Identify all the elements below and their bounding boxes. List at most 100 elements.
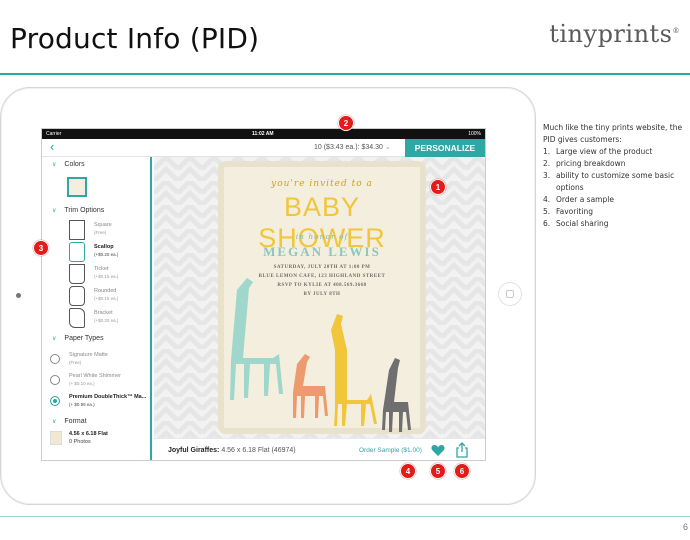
personalize-button[interactable]: PERSONALIZE bbox=[405, 139, 485, 157]
brand-logo: tinyprints® bbox=[549, 20, 680, 48]
trim-price: (+$0.20 ea.) bbox=[94, 318, 119, 323]
radio-button[interactable] bbox=[50, 354, 60, 364]
section-colors[interactable]: ∨ Colors bbox=[52, 161, 85, 168]
callout-5: 5 bbox=[430, 463, 446, 479]
radio-button[interactable] bbox=[50, 375, 60, 385]
callout-1: 1 bbox=[430, 179, 446, 195]
list-text: Large view of the product bbox=[556, 147, 653, 156]
list-item: 5. Favoriting bbox=[543, 206, 690, 218]
radio-button-selected[interactable] bbox=[50, 396, 60, 406]
ipad-camera bbox=[16, 293, 21, 298]
feature-list: 1. Large view of the product 2. pricing br… bbox=[543, 146, 690, 230]
product-title: Joyful Giraffes: 4.56 x 6.18 Flat (46974… bbox=[168, 447, 296, 454]
list-item: 1. Large view of the product bbox=[543, 146, 690, 158]
format-thumbnail bbox=[50, 431, 62, 445]
section-label: Colors bbox=[64, 161, 85, 168]
card-honoree-name: MEGAN LEWIS bbox=[263, 244, 381, 259]
heart-icon[interactable] bbox=[431, 444, 445, 457]
product-canvas: you're invited to a BABY SHOWER in honor… bbox=[154, 157, 485, 438]
paper-option-signature-matte[interactable]: Signature Matte (Free) bbox=[50, 351, 150, 369]
list-text: Favoriting bbox=[556, 207, 593, 216]
list-text: pricing breakdown bbox=[556, 159, 626, 168]
card-detail-line: BY JULY 8TH bbox=[303, 292, 341, 297]
back-chevron-icon[interactable]: ‹ bbox=[50, 140, 62, 154]
trim-name: Ticket bbox=[94, 266, 109, 272]
format-size: 4.56 x 6.18 Flat bbox=[69, 431, 108, 437]
paper-price: (Free) bbox=[69, 360, 82, 365]
product-bottom-bar: Joyful Giraffes: 4.56 x 6.18 Flat (46974… bbox=[154, 438, 485, 460]
color-swatch[interactable] bbox=[67, 177, 87, 197]
format-option[interactable]: 4.56 x 6.18 Flat 0 Photos bbox=[50, 430, 150, 450]
app-screen: Carrier 11:02 AM 100% ‹ 10 ($3.43 ea.): … bbox=[41, 128, 486, 461]
share-icon[interactable] bbox=[456, 442, 468, 458]
card-detail-line: RSVP TO KYLIE AT 408.569.3668 bbox=[277, 283, 367, 288]
chevron-down-icon: ∨ bbox=[52, 208, 57, 214]
price-selector[interactable]: 10 ($3.43 ea.): $34.30 ⌄ bbox=[314, 143, 391, 151]
trim-option-scallop[interactable]: Scallop (+$0.20 ea.) bbox=[69, 242, 149, 264]
list-number: 6. bbox=[543, 219, 551, 228]
callout-3: 3 bbox=[33, 240, 49, 256]
rounded-trim-icon bbox=[69, 286, 85, 306]
trim-name: Square bbox=[94, 222, 112, 228]
section-label: Format bbox=[64, 418, 87, 425]
nav-bar: ‹ 10 ($3.43 ea.): $34.30 ⌄ PERSONALIZE bbox=[42, 139, 485, 157]
brand-name: tinyprints bbox=[549, 20, 673, 48]
callout-2: 2 bbox=[338, 115, 354, 131]
card-invited-text: you're invited to a bbox=[271, 179, 373, 189]
ipad-home-button[interactable] bbox=[498, 282, 522, 306]
list-number: 2. bbox=[543, 159, 551, 168]
section-format[interactable]: ∨ Format bbox=[52, 418, 87, 425]
price-text: 10 ($3.43 ea.): $34.30 bbox=[314, 144, 383, 151]
section-label: Paper Types bbox=[64, 335, 104, 342]
battery-label: 100% bbox=[468, 131, 481, 137]
card-detail-line: SATURDAY, JULY 20TH AT 1:00 PM bbox=[273, 265, 371, 270]
section-label: Trim Options bbox=[64, 207, 105, 214]
page-number: 6 bbox=[682, 522, 688, 532]
trim-option-square[interactable]: Square (Free) bbox=[69, 220, 149, 242]
status-time: 11:02 AM bbox=[252, 131, 274, 137]
trim-price: (+$0.15 ea.) bbox=[94, 296, 119, 301]
list-item: 2. pricing breakdown bbox=[543, 158, 690, 170]
options-sidebar: ∨ Colors ∨ Trim Options Square (Free) Scall… bbox=[42, 157, 152, 460]
paper-name: Signature Matte bbox=[69, 352, 108, 358]
scallop-trim-icon bbox=[69, 242, 85, 262]
list-number: 4. bbox=[543, 195, 551, 204]
section-paper-types[interactable]: ∨ Paper Types bbox=[52, 335, 104, 342]
paper-price: (+ $0.99 ea.) bbox=[69, 402, 95, 407]
description-intro: Much like the tiny prints website, the P… bbox=[543, 123, 683, 144]
status-bar: Carrier 11:02 AM 100% bbox=[42, 129, 485, 139]
slide-title: Product Info (PID) bbox=[10, 22, 260, 55]
section-trim-options[interactable]: ∨ Trim Options bbox=[52, 207, 104, 214]
ticket-trim-icon bbox=[69, 264, 85, 284]
callout-6: 6 bbox=[454, 463, 470, 479]
list-text: ability to customize some basic options bbox=[556, 171, 675, 192]
chevron-down-icon: ∨ bbox=[52, 162, 57, 168]
trim-option-bracket[interactable]: Bracket (+$0.20 ea.) bbox=[69, 308, 149, 330]
paper-name: Pearl White Shimmer bbox=[69, 373, 121, 379]
paper-name: Premium DoubleThick™ Ma... bbox=[69, 394, 147, 400]
chevron-down-icon: ⌄ bbox=[384, 144, 391, 151]
trim-price: (+$0.20 ea.) bbox=[94, 252, 119, 257]
trim-name: Rounded bbox=[94, 288, 117, 294]
invitation-card[interactable]: you're invited to a BABY SHOWER in honor… bbox=[217, 160, 427, 435]
square-trim-icon bbox=[69, 220, 85, 240]
list-item: 4. Order a sample bbox=[543, 194, 690, 206]
trim-price: (Free) bbox=[94, 230, 107, 235]
list-item: 6. Social sharing bbox=[543, 218, 690, 230]
paper-option-premium-doublethick[interactable]: Premium DoubleThick™ Ma... (+ $0.99 ea.) bbox=[50, 393, 150, 411]
card-honor-text: in honor of bbox=[295, 232, 349, 241]
bottom-rule bbox=[0, 516, 690, 517]
chevron-down-icon: ∨ bbox=[52, 336, 57, 342]
list-text: Order a sample bbox=[556, 195, 614, 204]
description-panel: Much like the tiny prints website, the P… bbox=[543, 122, 690, 230]
list-item: 3. ability to customize some basic option… bbox=[543, 170, 690, 194]
trim-price: (+$0.15 ea.) bbox=[94, 274, 119, 279]
order-sample-link[interactable]: Order Sample ($1.00) bbox=[359, 447, 422, 454]
trim-option-ticket[interactable]: Ticket (+$0.15 ea.) bbox=[69, 264, 149, 286]
list-number: 3. bbox=[543, 171, 551, 180]
trim-option-rounded[interactable]: Rounded (+$0.15 ea.) bbox=[69, 286, 149, 308]
list-text: Social sharing bbox=[556, 219, 609, 228]
format-photos: 0 Photos bbox=[69, 439, 91, 445]
trim-name: Bracket bbox=[94, 310, 113, 316]
paper-option-pearl-white[interactable]: Pearl White Shimmer (+ $0.10 ea.) bbox=[50, 372, 150, 390]
